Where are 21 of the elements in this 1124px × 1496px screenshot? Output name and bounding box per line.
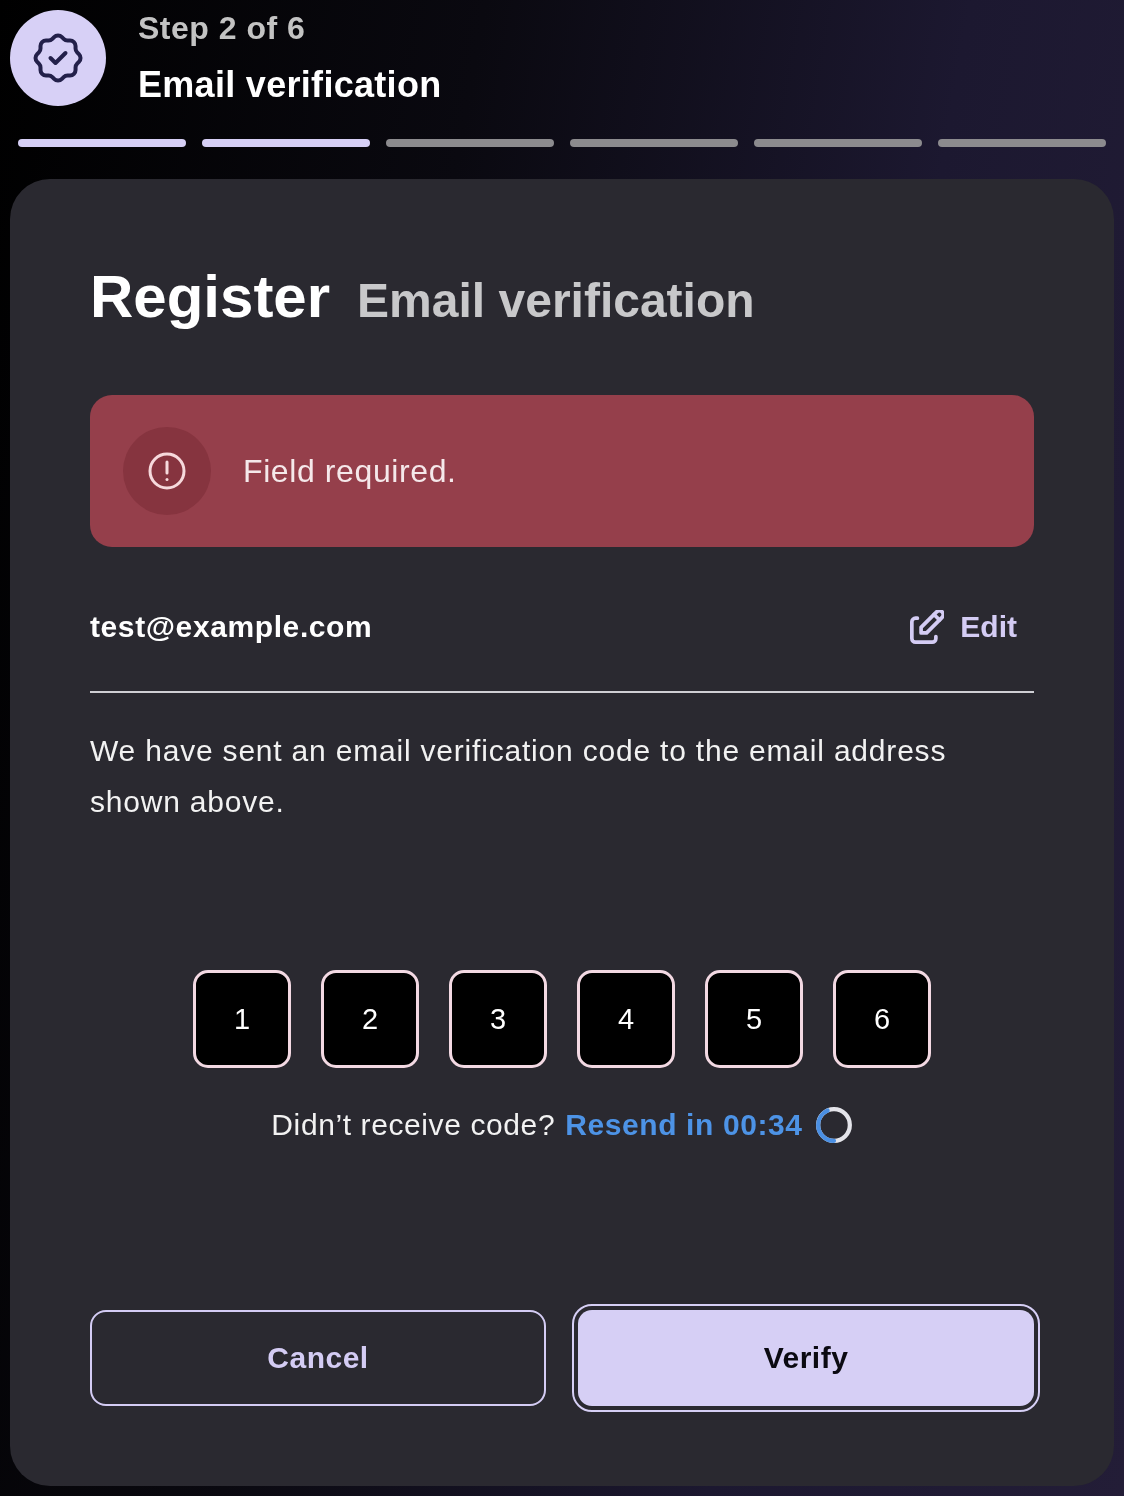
instruction-text: We have sent an email verification code to the email address shown above. [90, 733, 948, 820]
code-input-field[interactable]: 6 [833, 970, 931, 1068]
edit-button[interactable]: Edit [910, 606, 1034, 648]
email-address: test@example.com [90, 610, 373, 644]
step-counter: Step 2 of 6 [138, 10, 307, 46]
step-title: Email verification [138, 65, 442, 105]
page-subtitle: Email verification [357, 274, 755, 328]
resend-link[interactable]: Resend in 00:34 [565, 1108, 803, 1142]
cancel-button[interactable]: Cancel [90, 1310, 546, 1406]
verify-button[interactable]: Verify [572, 1304, 1040, 1412]
badge-check-icon [10, 10, 106, 106]
code-input-field[interactable]: 1 [193, 970, 291, 1068]
code-input-field[interactable]: 4 [577, 970, 675, 1068]
page-title: Register [90, 263, 331, 330]
resend-prompt: Didn’t receive code? [271, 1108, 556, 1142]
code-input-field[interactable]: 3 [449, 970, 547, 1068]
code-input-field[interactable]: 2 [321, 970, 419, 1068]
exclamation-circle-icon [123, 427, 211, 515]
code-input-field[interactable]: 5 [705, 970, 803, 1068]
edit-icon [910, 610, 945, 644]
alert-message: Field required. [243, 452, 457, 490]
